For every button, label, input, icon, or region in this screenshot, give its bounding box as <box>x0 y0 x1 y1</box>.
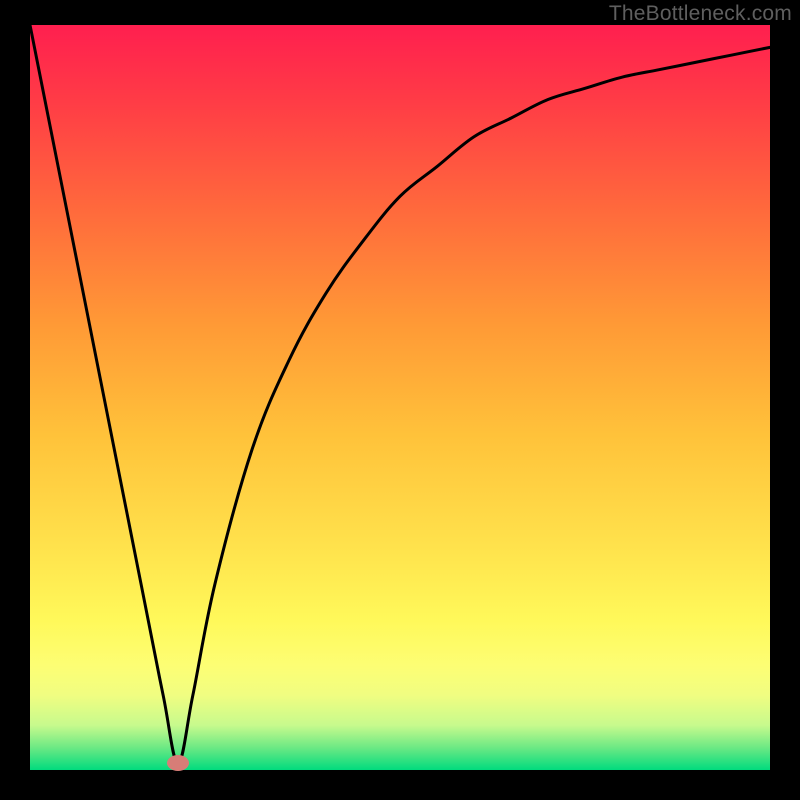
chart-plot-area <box>30 25 770 770</box>
penalty-curve-line <box>30 25 770 763</box>
chart-frame: TheBottleneck.com <box>0 0 800 800</box>
minimum-marker <box>167 755 189 771</box>
watermark-text: TheBottleneck.com <box>609 2 792 26</box>
